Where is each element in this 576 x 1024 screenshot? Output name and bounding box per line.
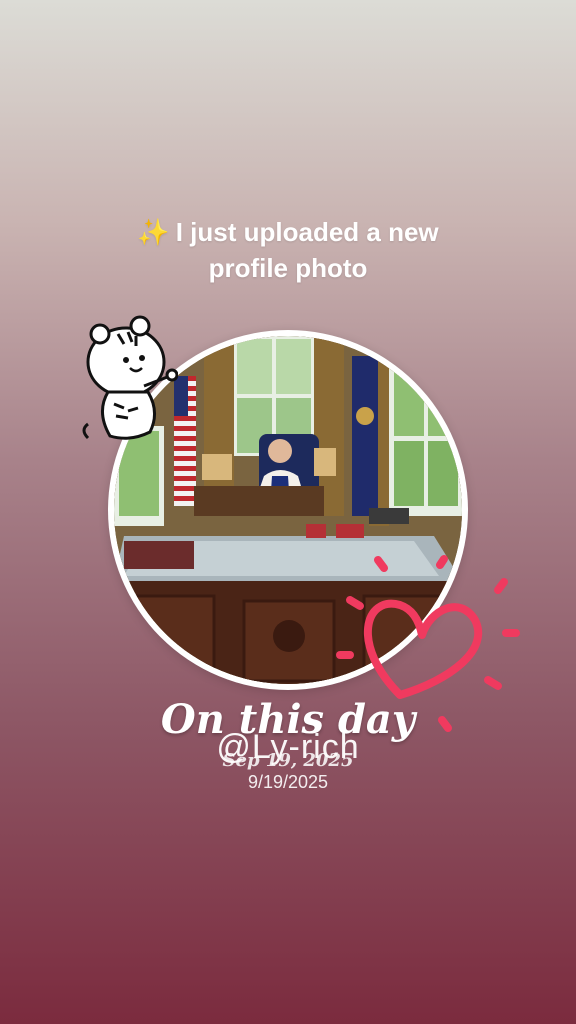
date-plain: 9/19/2025	[247, 772, 329, 792]
headline-line1: I just uploaded a new	[175, 217, 439, 247]
tiger-sticker-icon	[82, 315, 178, 440]
headline-line2: profile photo	[208, 253, 368, 283]
sparkle-icon: ✨	[137, 217, 170, 247]
headline: ✨ I just uploaded a new profile photo	[0, 214, 576, 286]
date-script: Sep 19, 2025	[222, 750, 354, 771]
